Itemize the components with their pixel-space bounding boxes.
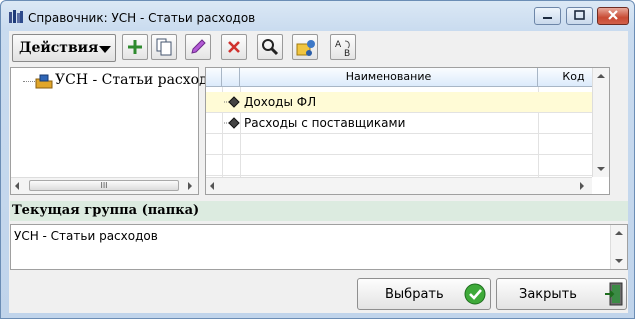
svg-text:B: B bbox=[344, 49, 350, 58]
actions-label: Действия bbox=[19, 40, 99, 56]
search-icon bbox=[262, 39, 279, 56]
hierarchy-button[interactable] bbox=[292, 34, 318, 60]
scroll-thumb[interactable]: III bbox=[29, 180, 179, 191]
scroll-left-icon[interactable] bbox=[15, 182, 19, 190]
books-icon bbox=[9, 10, 23, 23]
edit-icon bbox=[191, 39, 206, 54]
copy-button[interactable] bbox=[151, 34, 177, 60]
table-row[interactable]: Доходы ФЛ bbox=[206, 92, 609, 113]
item-icon bbox=[224, 96, 240, 108]
scroll-left-icon[interactable] bbox=[210, 182, 214, 190]
folder-icon bbox=[35, 74, 53, 89]
window: Справочник: УСН - Статьи расходов Действ… bbox=[0, 0, 635, 319]
scroll-up-icon[interactable] bbox=[597, 74, 605, 78]
actions-menu-button[interactable]: Действия bbox=[12, 34, 116, 62]
close-window-button[interactable] bbox=[597, 7, 629, 25]
exit-door-icon bbox=[605, 282, 623, 306]
scroll-down-icon[interactable] bbox=[615, 259, 623, 263]
scroll-down-icon[interactable] bbox=[597, 167, 605, 171]
delete-icon bbox=[228, 41, 240, 53]
edit-button[interactable] bbox=[185, 34, 211, 60]
maximize-icon bbox=[574, 10, 585, 20]
search-button[interactable] bbox=[257, 34, 283, 60]
checkmark-icon bbox=[464, 283, 486, 305]
table-header-marker bbox=[206, 68, 222, 87]
title-bar[interactable]: Справочник: УСН - Статьи расходов bbox=[1, 1, 634, 31]
item-icon bbox=[224, 117, 240, 129]
dropdown-arrow-icon bbox=[99, 46, 111, 53]
scroll-right-icon[interactable] bbox=[188, 182, 192, 190]
window-title: Справочник: УСН - Статьи расходов bbox=[28, 11, 256, 25]
items-table[interactable]: Наименование Код Доходы ФЛ Расходы с пос… bbox=[205, 67, 610, 195]
close-label: Закрыть bbox=[519, 287, 577, 302]
hierarchy-icon bbox=[296, 40, 315, 56]
group-field-scrollbar[interactable] bbox=[610, 225, 627, 269]
table-row bbox=[206, 155, 609, 176]
select-label: Выбрать bbox=[385, 287, 444, 302]
row-name: Расходы с поставщиками bbox=[244, 116, 406, 130]
table-row[interactable]: Расходы с поставщиками bbox=[206, 113, 609, 134]
scroll-right-icon[interactable] bbox=[580, 182, 584, 190]
scroll-up-icon[interactable] bbox=[615, 231, 623, 235]
tree-root-label[interactable]: УСН - Статьи расходов bbox=[55, 72, 224, 88]
table-vertical-scrollbar[interactable] bbox=[592, 68, 609, 177]
svg-text:A: A bbox=[335, 40, 342, 50]
minimize-icon bbox=[543, 17, 552, 19]
close-icon bbox=[608, 10, 618, 20]
select-button[interactable]: Выбрать bbox=[357, 278, 491, 310]
add-button[interactable] bbox=[122, 34, 148, 60]
dialog-body: Действия AB УСН - Статьи расходов III На… bbox=[9, 31, 628, 313]
current-group-field[interactable]: УСН - Статьи расходов bbox=[10, 224, 628, 270]
tree-horizontal-scrollbar[interactable]: III bbox=[11, 177, 198, 194]
table-header-icon bbox=[222, 68, 240, 87]
copy-icon bbox=[156, 38, 172, 56]
current-group-value: УСН - Статьи расходов bbox=[14, 229, 158, 243]
row-name: Доходы ФЛ bbox=[244, 95, 317, 109]
sort-button[interactable]: AB bbox=[330, 34, 356, 60]
toolbar: Действия AB bbox=[9, 31, 628, 67]
delete-button[interactable] bbox=[221, 34, 247, 60]
minimize-button[interactable] bbox=[534, 7, 561, 25]
close-button[interactable]: Закрыть bbox=[496, 278, 627, 310]
sort-az-icon: AB bbox=[335, 40, 350, 58]
table-row bbox=[206, 134, 609, 155]
table-horizontal-scrollbar[interactable] bbox=[206, 177, 592, 194]
table-header-name[interactable]: Наименование bbox=[240, 68, 538, 87]
maximize-button[interactable] bbox=[566, 7, 593, 25]
current-group-heading: Текущая группа (папка) bbox=[10, 201, 628, 221]
add-icon bbox=[128, 40, 142, 54]
group-tree[interactable]: УСН - Статьи расходов III bbox=[10, 67, 224, 195]
